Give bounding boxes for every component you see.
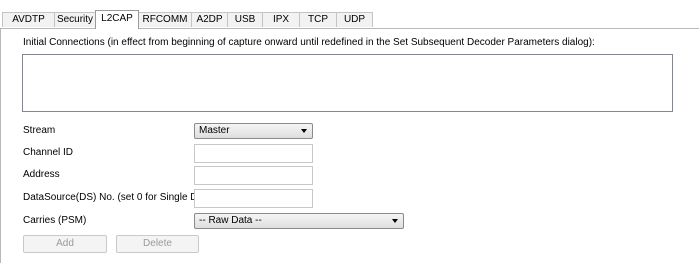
channel-id-input[interactable] [194, 144, 313, 163]
protocol-tab-strip: AVDTP Security L2CAP RFCOMM A2DP USB IPX… [0, 0, 699, 29]
carries-psm-label: Carries (PSM) [23, 215, 87, 226]
carries-psm-dropdown[interactable]: -- Raw Data -- [194, 213, 404, 229]
address-label: Address [23, 169, 60, 180]
datasource-label: DataSource(DS) No. (set 0 for Single DS) [23, 192, 208, 203]
tab-usb[interactable]: USB [227, 12, 263, 27]
stream-selected-value: Master [199, 125, 230, 136]
tab-l2cap[interactable]: L2CAP [95, 10, 139, 29]
initial-connections-label: Initial Connections (in effect from begi… [23, 37, 595, 48]
address-input[interactable] [194, 166, 313, 185]
chevron-down-icon [392, 219, 398, 223]
tab-security[interactable]: Security [54, 12, 96, 27]
tab-ipx[interactable]: IPX [262, 12, 300, 27]
chevron-down-icon [301, 129, 307, 133]
stream-label: Stream [23, 125, 56, 136]
tab-rfcomm[interactable]: RFCOMM [138, 12, 192, 27]
delete-button[interactable]: Delete [116, 235, 199, 253]
datasource-input[interactable] [194, 189, 313, 208]
tab-pane-left-border [0, 28, 1, 263]
stream-dropdown[interactable]: Master [194, 123, 313, 139]
channel-id-label: Channel ID [23, 147, 74, 158]
tab-a2dp[interactable]: A2DP [191, 12, 228, 27]
initial-connections-list[interactable] [22, 54, 673, 112]
carries-psm-selected-value: -- Raw Data -- [199, 215, 262, 226]
tab-tcp[interactable]: TCP [299, 12, 337, 27]
tab-avdtp[interactable]: AVDTP [2, 12, 55, 27]
add-button[interactable]: Add [23, 235, 107, 253]
tab-udp[interactable]: UDP [336, 12, 373, 27]
